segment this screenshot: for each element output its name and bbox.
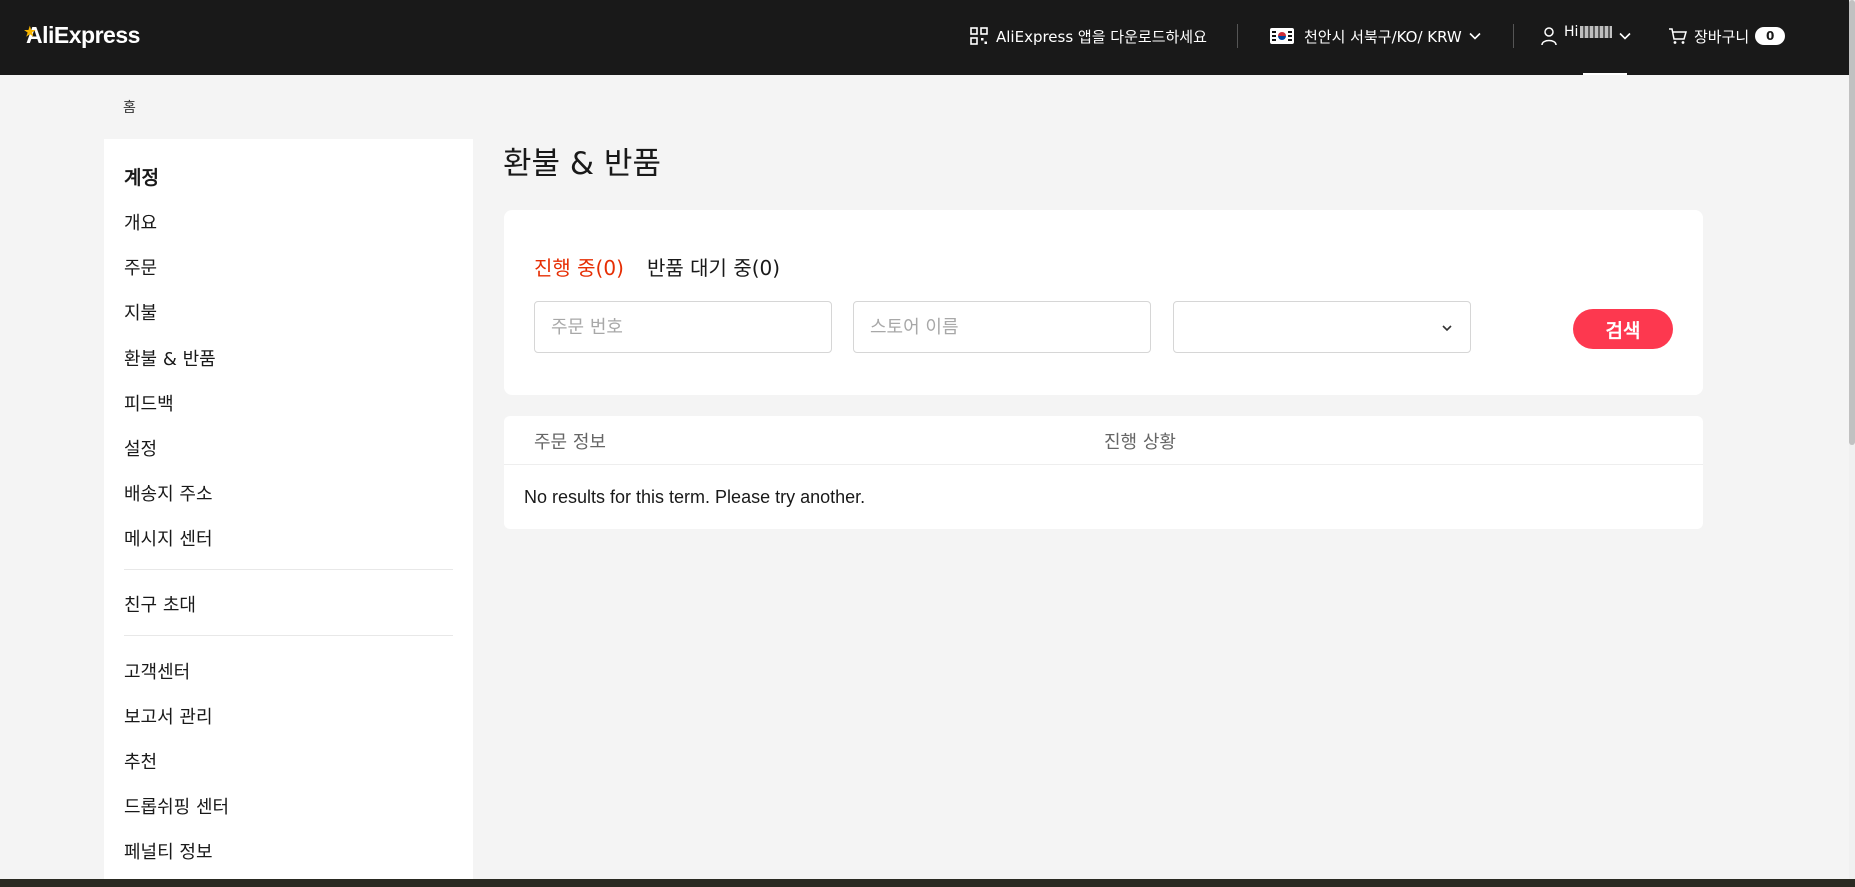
results-table: 주문 정보 진행 상황 No results for this term. Pl… (504, 416, 1703, 529)
store-name-input[interactable] (854, 302, 1150, 352)
page-scrollbar-thumb[interactable] (1849, 0, 1855, 445)
app-download-link[interactable]: AliExpress 앱을 다운로드하세요 (970, 22, 1207, 50)
taskbar-edge (0, 879, 1855, 887)
sidebar-item-messages[interactable]: 메시지 센터 (124, 525, 213, 551)
sidebar-item-orders[interactable]: 주문 (124, 254, 157, 280)
aliexpress-logo[interactable]: ★ AliExpress (24, 22, 140, 49)
sidebar-divider (124, 635, 453, 636)
korea-flag-icon (1270, 28, 1294, 44)
tab-awaiting-return[interactable]: 반품 대기 중(0) (647, 252, 780, 281)
app-download-label: AliExpress 앱을 다운로드하세요 (996, 27, 1207, 46)
sidebar-item-feedback[interactable]: 피드백 (124, 390, 174, 416)
account-hover-indicator (1583, 73, 1627, 75)
cart-link[interactable]: 장바구니 0 (1668, 22, 1786, 50)
sidebar-item-addresses[interactable]: 배송지 주소 (124, 480, 213, 506)
user-greeting: Hi (1564, 24, 1579, 40)
cart-label: 장바구니 (1694, 27, 1750, 46)
column-header-status: 진행 상황 (1104, 432, 1176, 453)
chevron-down-icon (1442, 325, 1452, 332)
order-number-input[interactable] (535, 302, 831, 352)
sidebar-item-reports[interactable]: 보고서 관리 (124, 703, 213, 729)
header-divider (1513, 24, 1514, 48)
chevron-down-icon (1619, 32, 1631, 40)
header-divider (1237, 24, 1238, 48)
top-header: ★ AliExpress AliExpress 앱을 다운로드하세요 천안시 서… (0, 0, 1855, 75)
status-select[interactable] (1173, 301, 1471, 353)
sidebar-item-payment[interactable]: 지불 (124, 299, 157, 325)
sidebar-item-refunds[interactable]: 환불 & 반품 (124, 345, 216, 371)
account-sidebar: 계정 개요 주문 지불 환불 & 반품 피드백 설정 배송지 주소 메시지 센터… (104, 139, 473, 887)
sidebar-title: 계정 (124, 167, 159, 189)
region-selector[interactable]: 천안시 서북구/KO/ KRW (1270, 22, 1482, 50)
filter-card: 진행 중(0) 반품 대기 중(0) 검색 (504, 210, 1703, 395)
user-name-obscured (1580, 26, 1613, 38)
user-icon (1541, 27, 1557, 46)
tab-in-progress[interactable]: 진행 중(0) (534, 252, 624, 281)
table-divider (504, 464, 1703, 465)
store-name-field (853, 301, 1151, 353)
sidebar-item-dropshipping[interactable]: 드롭쉬핑 센터 (124, 793, 229, 819)
sidebar-item-penalty-info[interactable]: 페널티 정보 (124, 838, 213, 864)
empty-results-message: No results for this term. Please try ano… (524, 487, 866, 507)
column-header-order-info: 주문 정보 (534, 432, 606, 453)
qr-code-icon (970, 27, 988, 45)
cart-count-badge: 0 (1755, 27, 1786, 45)
sidebar-item-invite-friends[interactable]: 친구 초대 (124, 591, 196, 617)
cart-icon (1669, 28, 1687, 44)
sidebar-item-overview[interactable]: 개요 (124, 209, 157, 235)
sidebar-item-settings[interactable]: 설정 (124, 435, 157, 461)
logo-star-icon: ★ (24, 24, 36, 39)
sidebar-item-help-center[interactable]: 고객센터 (124, 658, 190, 684)
account-menu[interactable]: Hi (1540, 22, 1632, 50)
order-number-field (534, 301, 832, 353)
search-button[interactable]: 검색 (1573, 309, 1673, 349)
sidebar-divider (124, 569, 453, 570)
chevron-down-icon (1469, 32, 1481, 40)
breadcrumb: 홈 (123, 97, 136, 117)
breadcrumb-home[interactable]: 홈 (123, 100, 136, 116)
sidebar-item-recommend[interactable]: 추천 (124, 748, 157, 774)
region-label: 천안시 서북구/KO/ KRW (1304, 27, 1462, 46)
logo-text: AliExpress (26, 22, 140, 48)
page-title: 환불 & 반품 (503, 146, 661, 182)
